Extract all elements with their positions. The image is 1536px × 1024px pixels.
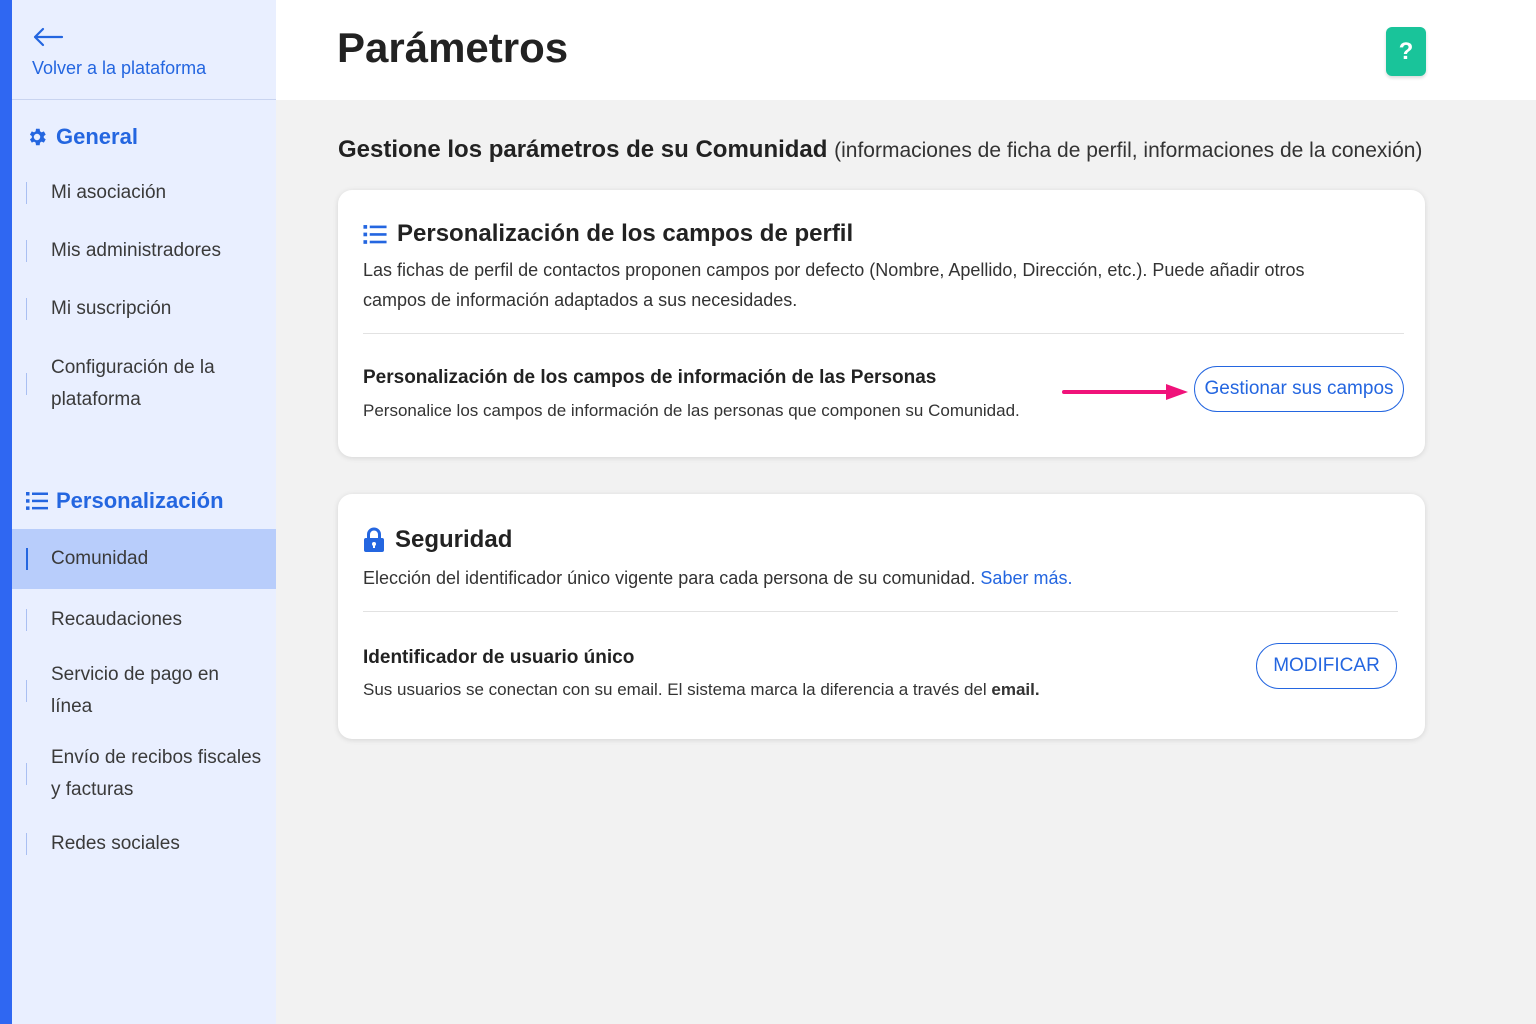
sidebar-item-label: Servicio de pago en línea (51, 664, 219, 717)
sidebar-item-envio-recibos[interactable]: Envío de recibos fiscales y facturas (12, 742, 276, 806)
intro-bold: Gestione los parámetros de su Comunidad (338, 136, 828, 163)
divider (363, 611, 1398, 612)
sidebar-item-comunidad[interactable]: Comunidad (12, 529, 276, 589)
profile-card-title: Personalización de los campos de perfil (363, 220, 853, 248)
security-card: Seguridad Elección del identificador úni… (338, 494, 1425, 739)
sidebar-item-label: Configuración de la plataforma (51, 357, 215, 410)
profile-card-description: Las fichas de perfil de contactos propon… (363, 260, 1305, 310)
learn-more-link[interactable]: Saber más. (980, 568, 1072, 588)
security-card-title: Seguridad (363, 526, 512, 554)
sidebar-item-recaudaciones[interactable]: Recaudaciones (12, 604, 276, 636)
intro-rest: (informaciones de ficha de perfil, infor… (834, 139, 1423, 162)
manage-fields-button[interactable]: Gestionar sus campos (1194, 366, 1404, 412)
sidebar-item-label: Mis administradores (51, 240, 221, 261)
back-link-label: Volver a la plataforma (32, 58, 207, 78)
security-description-text: Elección del identificador único vigente… (363, 568, 976, 588)
list-icon (26, 490, 48, 512)
sidebar-item-label: Redes sociales (51, 833, 180, 854)
divider (363, 333, 1404, 334)
profile-row-title: Personalización de los campos de informa… (363, 367, 937, 388)
sidebar-section-personalizacion: Personalización (12, 488, 224, 514)
help-button[interactable]: ? (1386, 27, 1426, 76)
sidebar-item-label: Mi suscripción (51, 298, 172, 319)
modify-button[interactable]: MODIFICAR (1256, 643, 1397, 689)
profile-fields-card: Personalización de los campos de perfil … (338, 190, 1425, 457)
profile-card-title-text: Personalización de los campos de perfil (397, 220, 854, 247)
intro-text: Gestione los parámetros de su Comunidad … (338, 136, 1422, 164)
arrow-right-icon (1062, 384, 1188, 400)
security-card-description: Elección del identificador único vigente… (363, 563, 1072, 593)
page-header: Parámetros ? (276, 0, 1536, 100)
sidebar-item-mi-suscripcion[interactable]: Mi suscripción (12, 293, 276, 325)
sidebar-item-redes-sociales[interactable]: Redes sociales (12, 828, 276, 860)
security-row-description: Sus usuarios se conectan con su email. E… (363, 680, 1040, 700)
arrow-left-icon (33, 27, 64, 47)
sidebar-item-configuracion-plataforma[interactable]: Configuración de la plataforma (12, 352, 276, 416)
sidebar-item-mi-asociacion[interactable]: Mi asociación (12, 177, 276, 209)
sidebar-section-title: Personalización (56, 488, 224, 513)
gear-icon (26, 126, 48, 148)
back-to-platform-link[interactable]: Volver a la plataforma (12, 0, 276, 100)
sidebar-item-label: Mi asociación (51, 182, 167, 203)
sidebar-item-label: Comunidad (51, 548, 149, 569)
profile-row-description: Personalice los campos de información de… (363, 401, 1020, 420)
security-card-title-text: Seguridad (395, 526, 513, 553)
sidebar-item-label: Envío de recibos fiscales y facturas (51, 747, 262, 800)
sidebar-section-general: General (12, 124, 138, 150)
sidebar: Volver a la plataforma General Mi asocia… (0, 0, 276, 1024)
lock-icon (363, 527, 385, 553)
sidebar-item-servicio-pago[interactable]: Servicio de pago en línea (12, 659, 276, 723)
sidebar-item-mis-administradores[interactable]: Mis administradores (12, 235, 276, 267)
security-row-title: Identificador de usuario único (363, 647, 635, 668)
page-title: Parámetros (337, 24, 569, 71)
list-icon (363, 224, 387, 245)
sidebar-item-label: Recaudaciones (51, 609, 182, 630)
sidebar-section-title: General (56, 124, 138, 149)
security-row-description-bold: email. (991, 680, 1040, 699)
security-row-description-text: Sus usuarios se conectan con su email. E… (363, 680, 987, 699)
